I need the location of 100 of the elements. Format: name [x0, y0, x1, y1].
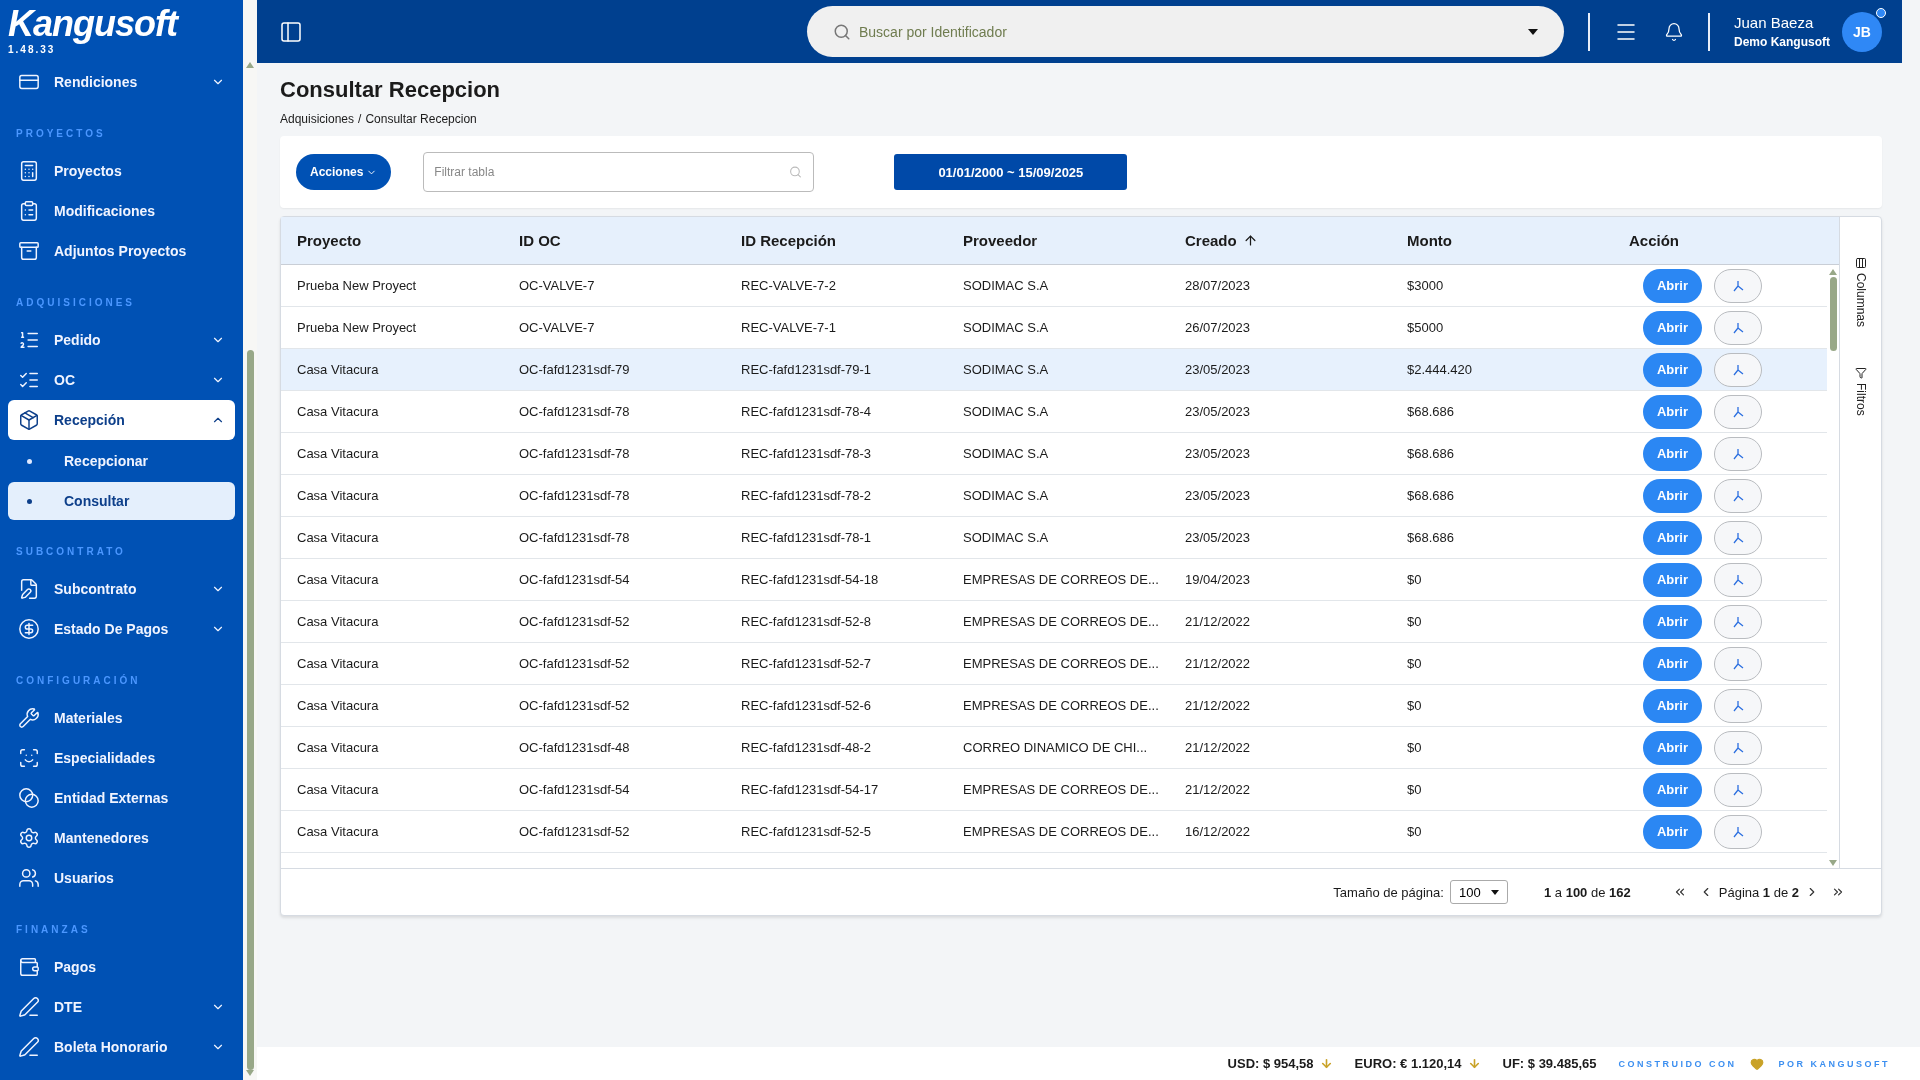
- sidebar-subitem[interactable]: Recepcionar: [8, 442, 235, 480]
- pdf-button[interactable]: [1714, 436, 1762, 471]
- pdf-icon: [1732, 573, 1744, 586]
- table-cell-text: Casa Vitacura: [296, 613, 380, 631]
- open-button[interactable]: Abrir: [1643, 436, 1702, 471]
- table-row[interactable]: Prueba New Proyect OC-VALVE-7 REC-VALVE-7-1 SODIMAC S.A 26/07/2023 $5000 Abrir: [281, 307, 1827, 349]
- open-button[interactable]: Abrir: [1643, 268, 1702, 303]
- sidebar-item[interactable]: Especialidades: [8, 738, 235, 778]
- table-cell-text: SODIMAC S.A: [962, 403, 1050, 421]
- sidebar-item[interactable]: Adjuntos Proyectos: [8, 231, 235, 271]
- scroll-up-icon[interactable]: [1829, 269, 1837, 275]
- column-header[interactable]: Acción: [1629, 232, 1679, 249]
- actions-button[interactable]: Acciones: [296, 154, 392, 190]
- bell-icon[interactable]: [1664, 21, 1684, 42]
- table-row[interactable]: Casa Vitacura OC-fafd1231sdf-52 REC-fafd1231sdf-52-8 EMPRESAS DE CORREOS DE... 21/12/2022 $0 Abrir: [281, 601, 1827, 643]
- pdf-button[interactable]: [1714, 394, 1762, 429]
- table-row[interactable]: Prueba New Proyect OC-VALVE-7 REC-VALVE-7-2 SODIMAC S.A 28/07/2023 $3000 Abrir: [281, 265, 1827, 307]
- pdf-button[interactable]: [1714, 352, 1762, 387]
- column-header[interactable]: Creado: [1185, 232, 1237, 249]
- table-row[interactable]: Casa Vitacura OC-fafd1231sdf-52 REC-fafd1231sdf-52-5 EMPRESAS DE CORREOS DE... 16/12/2022 $0 Abrir: [281, 811, 1827, 853]
- open-button[interactable]: Abrir: [1643, 730, 1702, 765]
- column-header[interactable]: Proveedor: [963, 232, 1038, 249]
- open-button[interactable]: Abrir: [1643, 352, 1702, 387]
- filter-field[interactable]: Filtrar tabla: [423, 152, 815, 192]
- breadcrumb-item[interactable]: Consultar Recepcion: [365, 112, 477, 126]
- pdf-button[interactable]: [1714, 478, 1762, 513]
- sidebar-item[interactable]: Pedido: [8, 320, 235, 360]
- sidebar-subitem[interactable]: Consultar: [8, 482, 235, 520]
- pdf-button[interactable]: [1714, 520, 1762, 555]
- table-row[interactable]: Casa Vitacura OC-fafd1231sdf-78 REC-fafd1231sdf-78-1 SODIMAC S.A 23/05/2023 $68.686 Abrir: [281, 517, 1827, 559]
- dropdown-caret-icon[interactable]: [1528, 28, 1538, 35]
- sidebar-item[interactable]: DTE: [8, 987, 235, 1027]
- heart-icon: [1750, 1056, 1765, 1071]
- pdf-button[interactable]: [1714, 268, 1762, 303]
- pdf-button[interactable]: [1714, 604, 1762, 639]
- table-row[interactable]: Casa Vitacura OC-fafd1231sdf-79 REC-fafd1231sdf-79-1 SODIMAC S.A 23/05/2023 $2.444.420 Abrir: [281, 349, 1827, 391]
- pdf-button[interactable]: [1714, 562, 1762, 597]
- sidebar-item[interactable]: Estado De Pagos: [8, 609, 235, 649]
- credit-text: POR KANGUSOFT: [1778, 1058, 1890, 1069]
- column-header[interactable]: ID Recepción: [741, 232, 837, 249]
- table-row[interactable]: Casa Vitacura OC-fafd1231sdf-52 REC-fafd1231sdf-52-7 EMPRESAS DE CORREOS DE... 21/12/2022 $0 Abrir: [281, 643, 1827, 685]
- filters-tab[interactable]: Filtros: [1853, 367, 1868, 416]
- open-button[interactable]: Abrir: [1643, 646, 1702, 681]
- pdf-button[interactable]: [1714, 688, 1762, 723]
- table-cell-text: 19/04/2023: [1184, 571, 1252, 589]
- table-row[interactable]: Casa Vitacura OC-fafd1231sdf-52 REC-fafd1231sdf-52-6 EMPRESAS DE CORREOS DE... 21/12/2022 $0 Abrir: [281, 685, 1827, 727]
- open-button[interactable]: Abrir: [1643, 772, 1702, 807]
- open-button[interactable]: Abrir: [1643, 520, 1702, 555]
- open-button[interactable]: Abrir: [1643, 562, 1702, 597]
- table-row[interactable]: Casa Vitacura OC-fafd1231sdf-54 REC-fafd1231sdf-54-18 EMPRESAS DE CORREOS DE... 19/04/2023 $0 Abrir: [281, 559, 1827, 601]
- pdf-button[interactable]: [1714, 646, 1762, 681]
- sidebar-item[interactable]: Usuarios: [8, 858, 235, 898]
- sidebar-item[interactable]: Modificaciones: [8, 191, 235, 231]
- scrollbar[interactable]: [243, 0, 257, 1080]
- table-cell-text: $0: [1406, 655, 1423, 673]
- sidebar-toggle-icon[interactable]: [279, 19, 303, 44]
- pdf-button[interactable]: [1714, 730, 1762, 765]
- columns-tab[interactable]: Columnas: [1853, 257, 1868, 328]
- table-row[interactable]: Casa Vitacura OC-fafd1231sdf-48 REC-fafd1231sdf-48-2 CORREO DINAMICO DE CHI... 21/12/2022 $0 Abrir: [281, 727, 1827, 769]
- sidebar-item[interactable]: Subcontrato: [8, 569, 235, 609]
- table-cell-text: 28/07/2023: [1184, 277, 1252, 295]
- table-row[interactable]: Casa Vitacura OC-fafd1231sdf-54 REC-fafd1231sdf-54-17 EMPRESAS DE CORREOS DE... 21/12/2022 $0 Abrir: [281, 769, 1827, 811]
- date-range-button[interactable]: 01/01/2000 ~ 15/09/2025: [894, 154, 1128, 190]
- pdf-button[interactable]: [1714, 310, 1762, 345]
- sidebar-item[interactable]: Pagos: [8, 947, 235, 987]
- breadcrumb-item[interactable]: Adquisiciones: [280, 112, 355, 126]
- open-button[interactable]: Abrir: [1643, 604, 1702, 639]
- column-header[interactable]: Proyecto: [297, 232, 362, 249]
- scroll-up-icon[interactable]: [246, 62, 254, 68]
- sidebar-item[interactable]: OC: [8, 360, 235, 400]
- sidebar-item[interactable]: Materiales: [8, 698, 235, 738]
- table-row[interactable]: Casa Vitacura OC-fafd1231sdf-78 REC-fafd1231sdf-78-2 SODIMAC S.A 23/05/2023 $68.686 Abrir: [281, 475, 1827, 517]
- table-cell-text: OC-fafd1231sdf-52: [518, 697, 631, 715]
- table-row[interactable]: Casa Vitacura OC-fafd1231sdf-78 REC-fafd1231sdf-78-3 SODIMAC S.A 23/05/2023 $68.686 Abrir: [281, 433, 1827, 475]
- table-cell-text: $68.686: [1406, 403, 1455, 421]
- sidebar-item[interactable]: Proyectos: [8, 151, 235, 191]
- scrollbar-thumb[interactable]: [1829, 277, 1837, 351]
- scroll-down-icon[interactable]: [1829, 860, 1837, 866]
- table-cell-text: $2.444.420: [1406, 361, 1474, 379]
- pdf-button[interactable]: [1714, 814, 1762, 849]
- table-cell-text: Casa Vitacura: [296, 361, 380, 379]
- table-cell-text: 21/12/2022: [1184, 655, 1252, 673]
- table-row[interactable]: Casa Vitacura OC-fafd1231sdf-78 REC-fafd1231sdf-78-4 SODIMAC S.A 23/05/2023 $68.686 Abrir: [281, 391, 1827, 433]
- column-header[interactable]: ID OC: [519, 232, 561, 249]
- open-button[interactable]: Abrir: [1643, 688, 1702, 723]
- open-button[interactable]: Abrir: [1643, 394, 1702, 429]
- search-field[interactable]: Buscar por Identificador: [807, 6, 1564, 57]
- open-button[interactable]: Abrir: [1643, 310, 1702, 345]
- open-button[interactable]: Abrir: [1643, 478, 1702, 513]
- page-size-select[interactable]: 100: [1449, 880, 1508, 904]
- sidebar-item[interactable]: Rendiciones: [8, 62, 235, 102]
- sidebar-item[interactable]: Boleta Honorario: [8, 1027, 235, 1067]
- sidebar-item[interactable]: Entidad Externas: [8, 778, 235, 818]
- sidebar-item[interactable]: Recepción: [8, 400, 235, 440]
- pdf-icon: [1732, 783, 1744, 796]
- pdf-button[interactable]: [1714, 772, 1762, 807]
- version-label: 1.48.33: [8, 44, 56, 55]
- open-button[interactable]: Abrir: [1643, 814, 1702, 849]
- sidebar-item[interactable]: Mantenedores: [8, 818, 235, 858]
- column-header[interactable]: Monto: [1407, 232, 1452, 249]
